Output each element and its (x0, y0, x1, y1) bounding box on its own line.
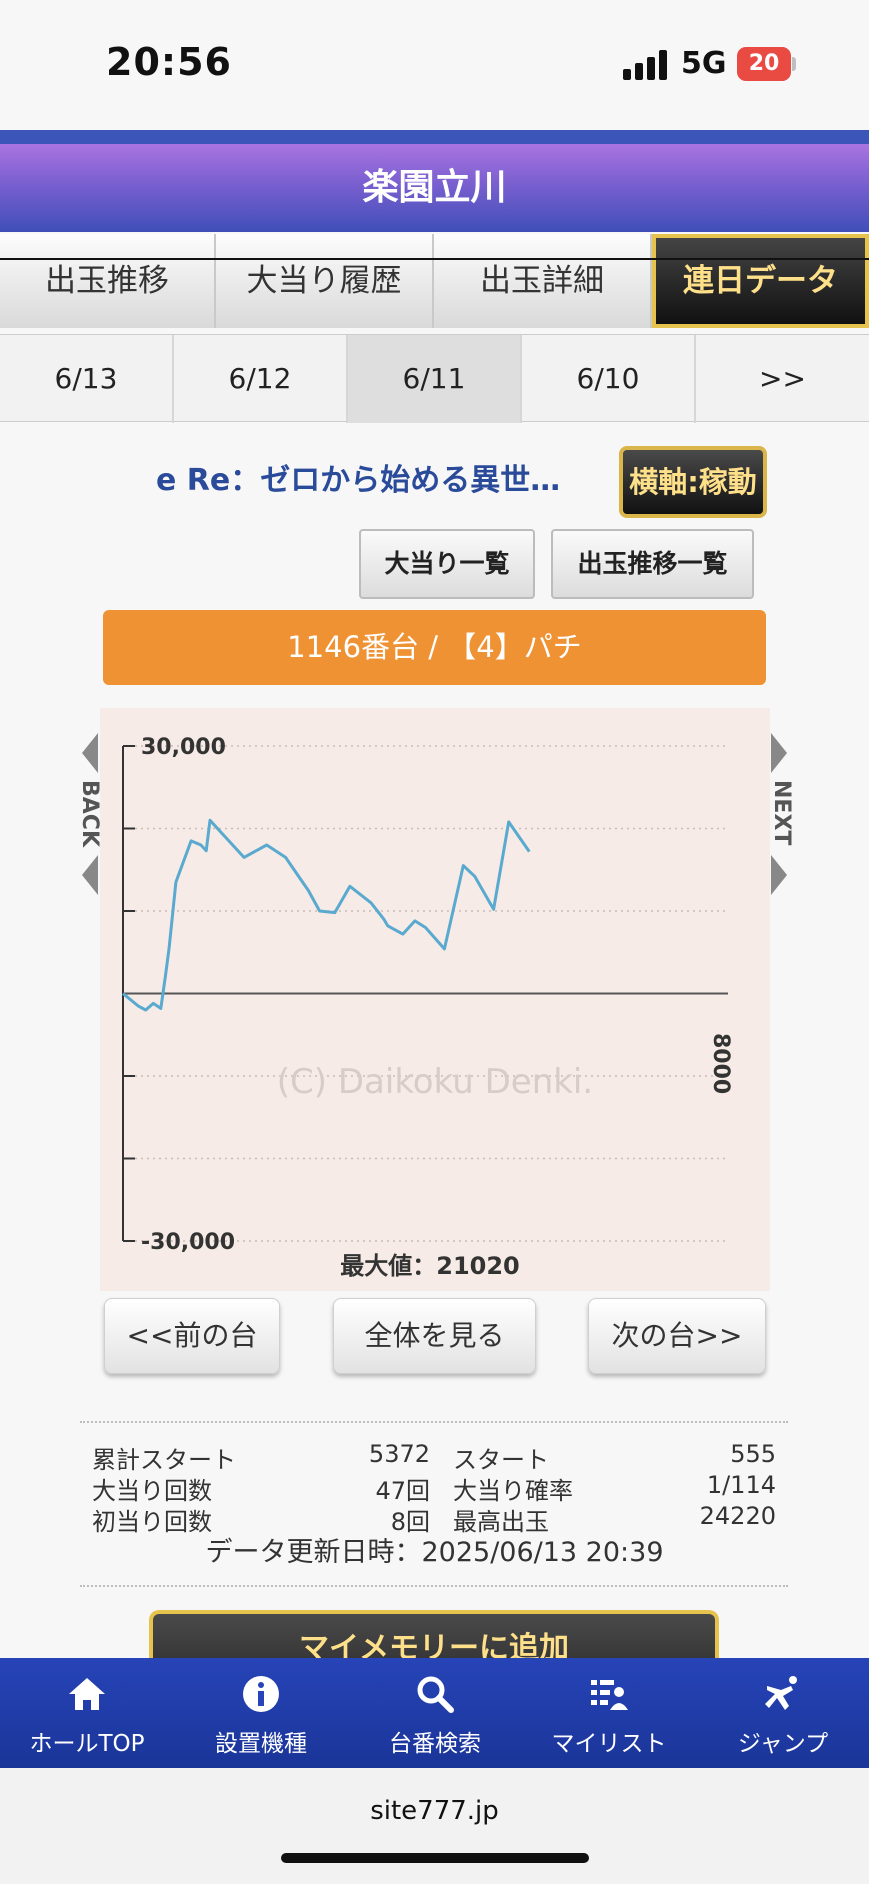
bottom-nav: ホールTOP 設置機種 台番検索 マイリスト ジャンプ (0, 1658, 869, 1768)
page-title: 楽園立川 (362, 167, 507, 208)
site-header: 楽園立川 (0, 144, 869, 232)
tab-payout-detail[interactable]: 出玉詳細 (434, 234, 652, 328)
data-updated-time: データ更新日時：2025/06/13 20:39 (205, 1537, 664, 1568)
machine-name: e Re：ゼロから始める異世… (156, 463, 561, 498)
total-start-label: 累計スタート (92, 1446, 236, 1474)
nav-label: マイリスト (551, 1731, 667, 1757)
chart-svg: -30,000 30,000 (C) Daikoku Denki. 8000 最大値：2… (122, 735, 733, 1280)
chart-watermark: (C) Daikoku Denki. (277, 1062, 593, 1102)
search-icon (417, 1676, 454, 1713)
jump-icon (765, 1676, 797, 1710)
date-selector: 6/13 6/12 6/11 6/10 >> (0, 334, 869, 423)
nav-label: 設置機種 (215, 1731, 307, 1757)
date-more-button[interactable]: >> (696, 335, 869, 423)
start-label: スタート (453, 1446, 549, 1474)
axis-toggle-button[interactable]: 横軸:稼動 (619, 446, 767, 518)
jackpot-prob-label: 大当り確率 (453, 1477, 573, 1505)
next-arrow-icon[interactable] (771, 855, 787, 895)
battery-nub (792, 57, 796, 71)
date-tab-selected[interactable]: 6/11 (348, 335, 522, 423)
date-tab[interactable]: 6/10 (522, 335, 696, 423)
tab-daily-data[interactable]: 連日データ (652, 234, 869, 328)
jackpot-prob-value: 1/114 (706, 1471, 776, 1499)
total-start-value: 5372 (368, 1440, 430, 1468)
back-label[interactable]: BACK (77, 780, 102, 847)
start-value: 555 (730, 1440, 776, 1468)
tab-payout-trend[interactable]: 出玉推移 (0, 234, 216, 328)
payout-list-button[interactable]: 出玉推移一覧 (551, 529, 754, 599)
date-tab[interactable]: 6/12 (174, 335, 348, 423)
payout-chart: -30,000 30,000 (C) Daikoku Denki. 8000 最大値：2… (100, 708, 770, 1291)
info-icon (243, 1676, 279, 1712)
back-arrow-icon[interactable] (82, 855, 98, 895)
max-value-label: 最大値：21020 (340, 1252, 520, 1280)
view-all-button[interactable]: 全体を見る (333, 1298, 536, 1374)
next-machine-button[interactable]: 次の台>> (588, 1298, 766, 1374)
signal-icon (623, 50, 669, 80)
header-strip (0, 130, 869, 144)
battery-icon: 20 (737, 47, 791, 81)
status-time: 20:56 (106, 40, 232, 84)
nav-my-list[interactable]: マイリスト (522, 1658, 696, 1768)
tab-jackpot-history[interactable]: 大当り履歴 (216, 234, 434, 328)
nav-installed-machines[interactable]: 設置機種 (174, 1658, 348, 1768)
jackpot-list-button[interactable]: 大当り一覧 (359, 529, 535, 599)
next-label[interactable]: NEXT (769, 780, 794, 845)
machine-banner: 1146番台 / 【4】パチ (103, 610, 766, 685)
stats-divider-top (80, 1421, 788, 1423)
nav-label: ホールTOP (29, 1731, 145, 1757)
home-indicator (281, 1853, 589, 1863)
nav-machine-search[interactable]: 台番検索 (348, 1658, 522, 1768)
y-tick-label: 30,000 (141, 735, 226, 760)
network-type: 5G (681, 46, 727, 81)
prev-machine-button[interactable]: <<前の台 (104, 1298, 280, 1374)
y-tick-label: -30,000 (141, 1230, 235, 1255)
mylist-icon (591, 1680, 628, 1710)
tab-divider-line (0, 258, 869, 260)
nav-label: 台番検索 (389, 1731, 481, 1757)
stats-divider-bottom (80, 1585, 788, 1587)
nav-hall-top[interactable]: ホールTOP (0, 1658, 174, 1768)
back-arrow-icon[interactable] (82, 733, 98, 773)
max-payout-value: 24220 (699, 1502, 776, 1530)
tab-bar: 出玉推移 大当り履歴 出玉詳細 連日データ (0, 234, 869, 328)
jackpot-count-value: 47回 (375, 1477, 430, 1505)
status-bar: 20:56 5G 20 (0, 0, 869, 130)
payout-line (122, 818, 531, 1012)
nav-label: ジャンプ (737, 1731, 829, 1757)
browser-bar (0, 1768, 869, 1884)
url-bar[interactable]: site777.jp (0, 1796, 869, 1826)
nav-jump[interactable]: ジャンプ (696, 1658, 869, 1768)
home-icon (69, 1678, 105, 1710)
next-arrow-icon[interactable] (771, 733, 787, 773)
date-tab[interactable]: 6/13 (0, 335, 174, 423)
x-end-label: 8000 (708, 1033, 733, 1094)
jackpot-count-label: 大当り回数 (92, 1477, 212, 1505)
